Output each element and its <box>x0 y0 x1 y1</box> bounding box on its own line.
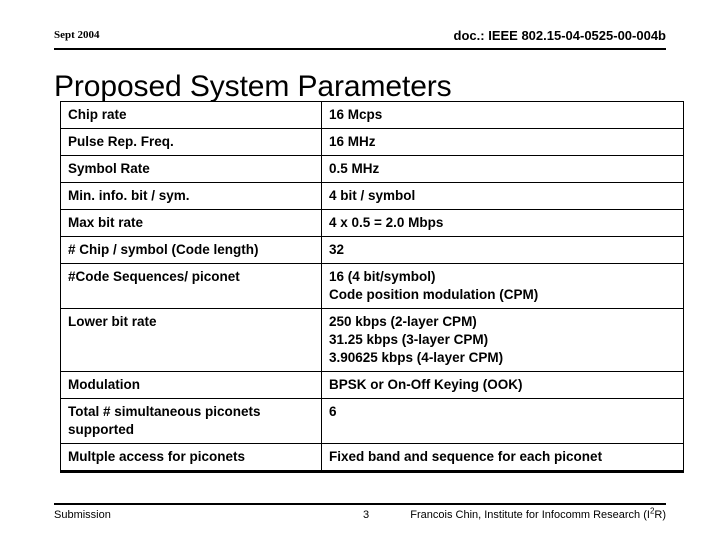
parameter-name-cell: Modulation <box>60 371 322 399</box>
parameter-value-line: 6 <box>329 404 337 419</box>
parameter-value-line: 31.25 kbps (3-layer CPM) <box>329 332 489 347</box>
table-row: Symbol Rate 0.5 MHz <box>60 155 684 183</box>
parameter-value-line: Code position modulation (CPM) <box>329 287 539 302</box>
parameter-name-cell: Chip rate <box>60 101 322 129</box>
parameter-value-line: Fixed band and sequence for each piconet <box>329 449 603 464</box>
table-row: Pulse Rep. Freq. 16 MHz <box>60 128 684 156</box>
parameter-name-cell: Symbol Rate <box>60 155 322 183</box>
parameter-value-line: 250 kbps (2-layer CPM) <box>329 314 477 329</box>
table-row: Modulation BPSK or On-Off Keying (OOK) <box>60 371 684 399</box>
parameter-value-cell: 250 kbps (2-layer CPM) 31.25 kbps (3-laye… <box>321 308 684 372</box>
parameter-value-line: 16 (4 bit/symbol) <box>329 269 436 284</box>
parameter-value-line: 4 x 0.5 = 2.0 Mbps <box>329 215 444 230</box>
slide: Sept 2004 doc.: IEEE 802.15-04-0525-00-0… <box>0 0 720 540</box>
parameter-name-cell: Lower bit rate <box>60 308 322 372</box>
parameter-value-cell: 6 <box>321 398 684 444</box>
parameter-value-cell: 16 (4 bit/symbol) Code position modulatio… <box>321 263 684 309</box>
parameter-name-cell: Min. info. bit / sym. <box>60 182 322 210</box>
parameter-name-cell: Pulse Rep. Freq. <box>60 128 322 156</box>
parameter-value-line: 32 <box>329 242 345 257</box>
footer-author: Francois Chin, Institute for Infocomm Re… <box>410 507 666 522</box>
parameter-value-cell: 0.5 MHz <box>321 155 684 183</box>
parameter-value-cell: BPSK or On-Off Keying (OOK) <box>321 371 684 399</box>
parameter-name-cell: Total # simultaneous piconets supported <box>60 398 322 444</box>
parameter-name-cell: Multple access for piconets <box>60 443 322 473</box>
parameter-name-cell: Max bit rate <box>60 209 322 237</box>
footer-submission-label: Submission <box>54 509 111 521</box>
parameter-name-cell: #Code Sequences/ piconet <box>60 263 322 309</box>
table-row: Max bit rate 4 x 0.5 = 2.0 Mbps <box>60 209 684 237</box>
table-row: Lower bit rate 250 kbps (2-layer CPM) 31.2… <box>60 308 684 372</box>
slide-header: Sept 2004 doc.: IEEE 802.15-04-0525-00-0… <box>54 28 666 50</box>
table-row: Total # simultaneous piconets supported 6 <box>60 398 684 444</box>
footer-page-number: 3 <box>362 509 370 521</box>
parameter-name-cell: # Chip / symbol (Code length) <box>60 236 322 264</box>
parameter-value-line: 16 MHz <box>329 134 376 149</box>
system-parameters-table: Chip rate 16 Mcps Pulse Rep. Freq. 16 MHz Sy… <box>60 101 684 473</box>
parameter-value-cell: 16 MHz <box>321 128 684 156</box>
table-row: Min. info. bit / sym. 4 bit / symbol <box>60 182 684 210</box>
parameter-value-cell: 4 bit / symbol <box>321 182 684 210</box>
table-body: Chip rate 16 Mcps Pulse Rep. Freq. 16 MHz Sy… <box>60 101 684 473</box>
header-date: Sept 2004 <box>54 29 100 41</box>
table-row: # Chip / symbol (Code length) 32 <box>60 236 684 264</box>
footer-author-suffix: R) <box>654 509 666 521</box>
parameter-value-line: 0.5 MHz <box>329 161 380 176</box>
parameter-value-line: BPSK or On-Off Keying (OOK) <box>329 377 523 392</box>
table-row: #Code Sequences/ piconet 16 (4 bit/symbol… <box>60 263 684 309</box>
parameter-value-cell: Fixed band and sequence for each piconet <box>321 443 684 473</box>
page-title: Proposed System Parameters <box>54 70 452 104</box>
parameter-value-line: 3.90625 kbps (4-layer CPM) <box>329 350 504 365</box>
parameter-value-line: 4 bit / symbol <box>329 188 416 203</box>
header-doc-number: doc.: IEEE 802.15-04-0525-00-004b <box>453 28 666 43</box>
table-row: Multple access for piconets Fixed band an… <box>60 443 684 473</box>
slide-footer: Submission 3 Francois Chin, Institute fo… <box>54 503 666 527</box>
parameter-value-cell: 32 <box>321 236 684 264</box>
table-row: Chip rate 16 Mcps <box>60 101 684 129</box>
parameter-value-cell: 16 Mcps <box>321 101 684 129</box>
parameter-value-cell: 4 x 0.5 = 2.0 Mbps <box>321 209 684 237</box>
footer-author-prefix: Francois Chin, Institute for Infocomm Re… <box>410 509 650 521</box>
parameter-value-line: 16 Mcps <box>329 107 383 122</box>
